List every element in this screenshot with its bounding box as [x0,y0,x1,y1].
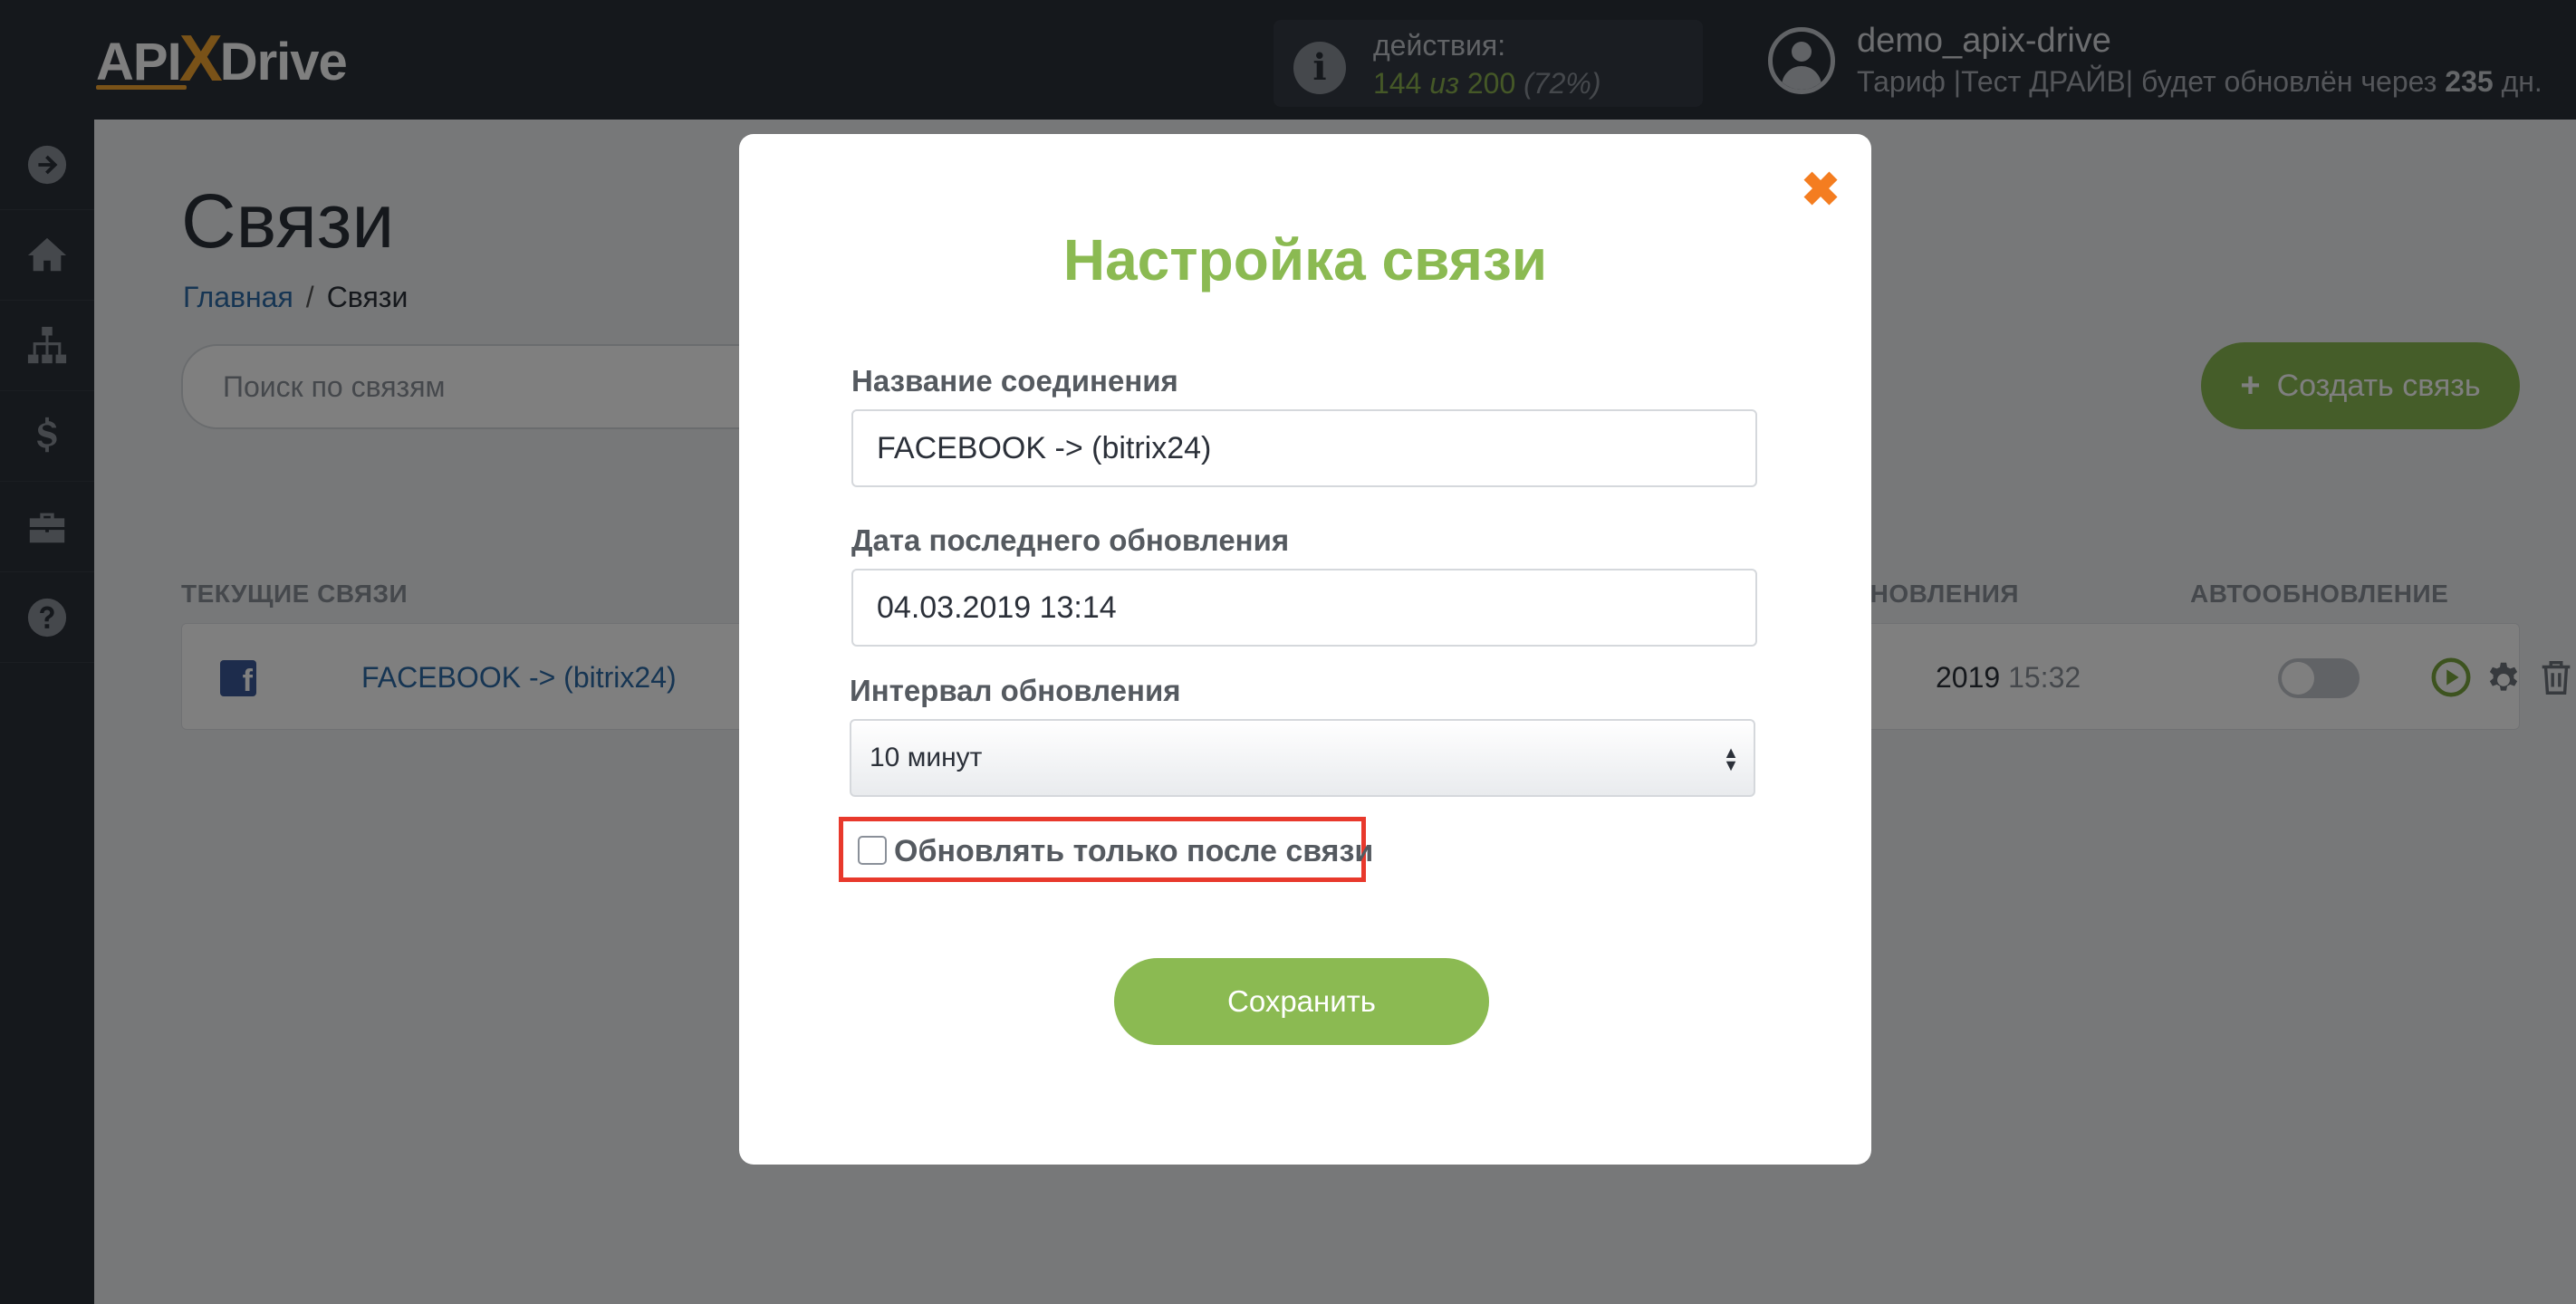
update-after-connection-checkbox[interactable] [858,836,887,865]
update-after-connection-highlight: Обновлять только после связи [839,817,1373,882]
modal-title: Настройка связи [1062,227,1548,292]
last-update-label: Дата последнего обновления [851,523,1290,557]
last-update-input[interactable]: 04.03.2019 13:14 [851,569,1757,647]
update-interval-value: 10 минут [870,743,983,772]
connection-settings-modal: ✖ Настройка связи Название соединения FA… [739,134,1871,1165]
update-interval-label: Интервал обновления [850,674,1181,707]
connection-name-label: Название соединения [851,364,1178,398]
save-button[interactable]: Сохранить [1114,958,1489,1045]
select-arrows-icon: ▲ ▼ [1723,743,1739,774]
connection-name-input[interactable]: FACEBOOK -> (bitrix24) [851,409,1757,487]
update-interval-select[interactable]: 10 минут ▲ ▼ [850,719,1755,797]
update-after-connection-label[interactable]: Обновлять только после связи [894,834,1373,869]
close-icon[interactable]: ✖ [1801,167,1841,214]
